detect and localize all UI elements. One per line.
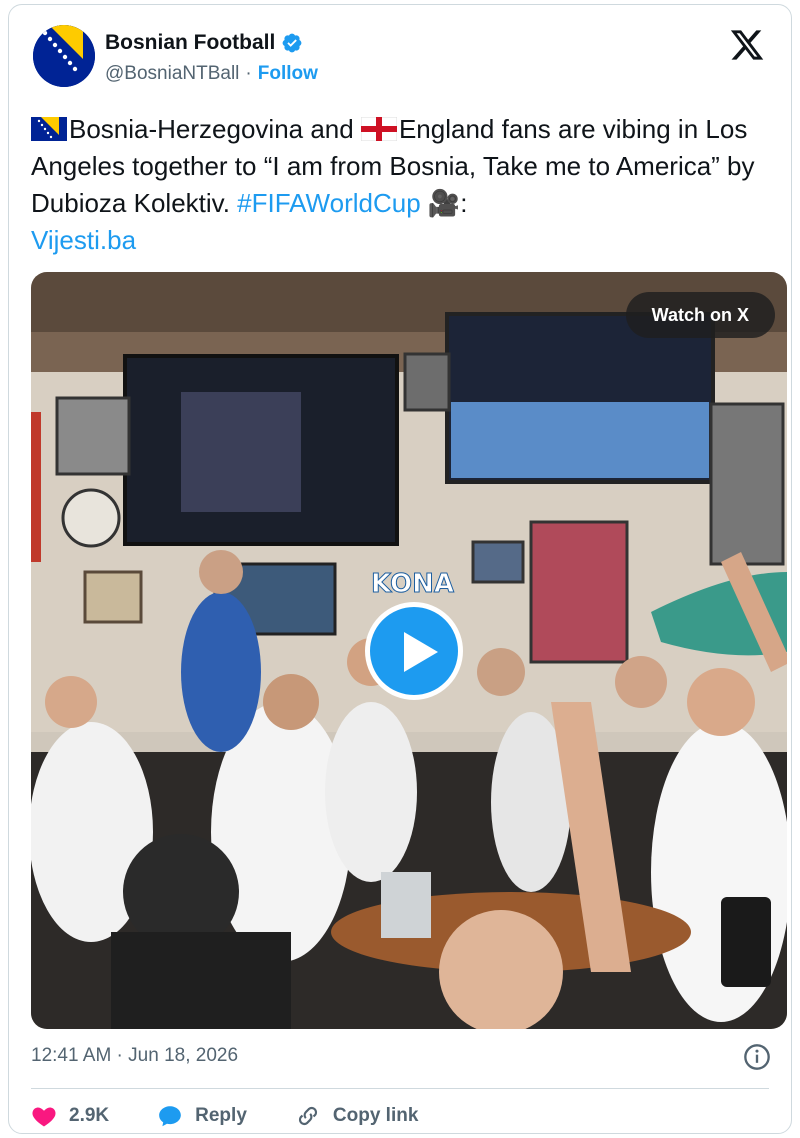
- tweet-text-part1: Bosnia-Herzegovina and: [69, 114, 361, 144]
- kona-sign-text: KONA: [371, 569, 454, 599]
- tweet-card: Bosnian Football @BosniaNTBall · Follow …: [8, 4, 792, 1134]
- follow-button[interactable]: Follow: [258, 63, 318, 85]
- heart-icon: [32, 1107, 56, 1127]
- watch-on-x-button[interactable]: Watch on X: [625, 292, 775, 338]
- action-bar: 2.9K Reply Copy link: [31, 1103, 466, 1129]
- hashtag-link[interactable]: #FIFAWorldCup: [237, 188, 421, 218]
- handle[interactable]: @BosniaNTBall: [105, 63, 239, 85]
- bosnia-flag-avatar-icon: [33, 25, 95, 87]
- tweet-text: Bosnia-Herzegovina and England fans are …: [31, 111, 781, 259]
- like-count: 2.9K: [69, 1105, 110, 1126]
- divider: [31, 1088, 769, 1089]
- camera-emoji-icon: 🎥: [427, 188, 461, 218]
- info-icon[interactable]: [743, 1043, 771, 1071]
- england-flag-icon: [360, 117, 397, 141]
- copy-link-label: Copy link: [332, 1105, 419, 1126]
- play-button[interactable]: [365, 602, 463, 700]
- copy-link-button[interactable]: Copy link: [295, 1103, 419, 1129]
- x-logo-icon[interactable]: [729, 27, 765, 63]
- play-icon: [404, 632, 438, 672]
- source-link[interactable]: Vijesti.ba: [31, 225, 136, 255]
- reply-button[interactable]: Reply: [157, 1103, 247, 1129]
- bosnia-flag-icon: [31, 117, 67, 141]
- like-button[interactable]: 2.9K: [31, 1103, 109, 1129]
- video-player[interactable]: KONA Watch on X: [31, 272, 787, 1029]
- link-icon: [298, 1106, 317, 1126]
- timestamp[interactable]: 12:41 AM · Jun 18, 2026: [31, 1045, 238, 1067]
- verified-badge-icon: [282, 33, 302, 53]
- tweet-colon: :: [460, 188, 468, 218]
- reply-bubble-icon: [159, 1106, 181, 1127]
- separator-dot: ·: [245, 63, 252, 84]
- tweet-header: Bosnian Football @BosniaNTBall · Follow: [33, 25, 767, 95]
- reply-label: Reply: [195, 1105, 247, 1126]
- avatar[interactable]: [33, 25, 95, 87]
- display-name[interactable]: Bosnian Football: [105, 31, 275, 55]
